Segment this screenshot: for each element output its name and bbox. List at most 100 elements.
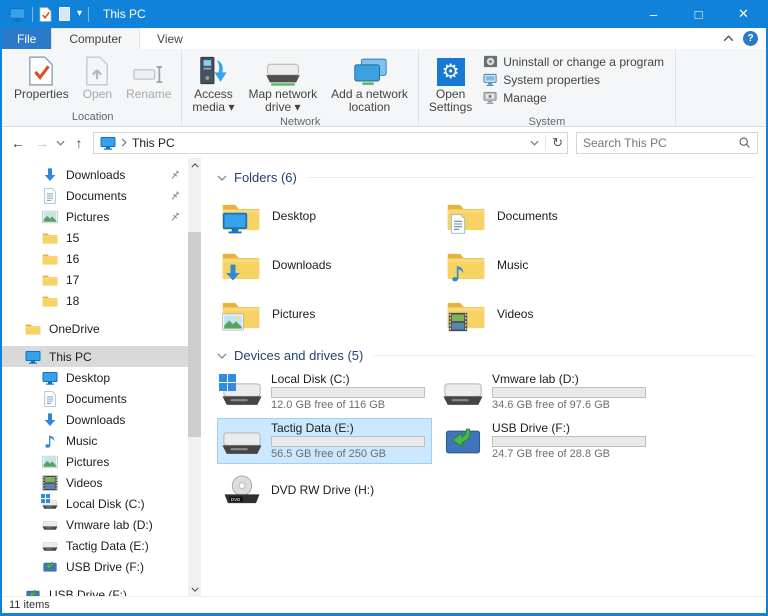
- titlebar-divider: [32, 6, 33, 22]
- breadcrumb-chevron-icon[interactable]: [121, 138, 127, 147]
- sidebar-scrollbar[interactable]: [188, 158, 201, 596]
- scrollbar-thumb[interactable]: [188, 232, 201, 437]
- download-icon: [42, 167, 58, 183]
- rename-button[interactable]: Rename: [119, 50, 178, 102]
- music-note-icon: [447, 263, 469, 283]
- videos-icon: [42, 475, 58, 491]
- back-button[interactable]: ←: [8, 135, 28, 151]
- folder-tile-music[interactable]: Music: [442, 240, 667, 289]
- properties-button[interactable]: Properties: [7, 50, 76, 102]
- sidebar-item-vmware-lab-d[interactable]: Vmware lab (D:): [2, 514, 188, 535]
- folder-icon: [25, 321, 41, 337]
- scroll-up-icon[interactable]: [188, 158, 201, 172]
- folder-tile-pictures[interactable]: Pictures: [217, 289, 442, 338]
- breadcrumb[interactable]: This PC: [132, 136, 175, 150]
- collapse-chevron-icon[interactable]: [217, 353, 227, 359]
- map-network-drive-button[interactable]: Map network drive ▾: [241, 50, 324, 115]
- tab-file[interactable]: File: [2, 28, 52, 49]
- address-bar-row: ← → ↑ This PC ↻: [2, 127, 766, 158]
- this-pc-icon: [25, 349, 41, 365]
- sidebar-item-tactig-data-e[interactable]: Tactig Data (E:): [2, 535, 188, 556]
- sidebar-item-downloads[interactable]: Downloads: [2, 409, 188, 430]
- tab-view[interactable]: View: [140, 28, 200, 49]
- drive-tile-dvd-rw-h[interactable]: DVD RW Drive (H:): [217, 467, 432, 513]
- usb-drive-icon: [42, 559, 58, 575]
- sidebar-item-downloads-quick[interactable]: Downloads: [2, 164, 188, 185]
- address-dropdown-caret-icon[interactable]: [530, 140, 539, 146]
- sidebar-item-folder-16[interactable]: 16: [2, 248, 188, 269]
- folder-tile-videos[interactable]: Videos: [442, 289, 667, 338]
- folder-tile-desktop[interactable]: Desktop: [217, 191, 442, 240]
- titlebar-divider: [88, 6, 90, 22]
- tab-computer[interactable]: Computer: [51, 28, 141, 49]
- sidebar-item-pictures-quick[interactable]: Pictures: [2, 206, 188, 227]
- drives-section-header[interactable]: Devices and drives (5): [217, 348, 754, 363]
- items-view: Folders (6) Desktop Documents Downloads …: [201, 158, 766, 596]
- drive-tile-tactig-data-e[interactable]: Tactig Data (E:) 56.5 GB free of 250 GB: [217, 418, 432, 464]
- folder-tile-documents[interactable]: Documents: [442, 191, 667, 240]
- recent-locations-caret-icon[interactable]: [56, 140, 65, 146]
- usb-drive-icon: [25, 587, 41, 597]
- qat-customize-caret-icon[interactable]: ▾: [77, 9, 82, 19]
- up-button[interactable]: ↑: [69, 135, 89, 151]
- open-settings-button[interactable]: ⚙ Open Settings: [422, 50, 479, 115]
- sidebar-item-documents-quick[interactable]: Documents: [2, 185, 188, 206]
- folder-tile-downloads[interactable]: Downloads: [217, 240, 442, 289]
- capacity-bar: [271, 436, 425, 447]
- document-icon: [42, 188, 58, 204]
- maximize-button[interactable]: □: [676, 0, 721, 28]
- system-properties-button[interactable]: System properties: [483, 72, 664, 87]
- sidebar-item-folder-18[interactable]: 18: [2, 290, 188, 311]
- sidebar-item-music[interactable]: Music: [2, 430, 188, 451]
- sidebar-item-local-disk-c[interactable]: Local Disk (C:): [2, 493, 188, 514]
- refresh-button[interactable]: ↻: [552, 135, 563, 151]
- drive-tile-local-disk-c[interactable]: Local Disk (C:) 12.0 GB free of 116 GB: [217, 369, 432, 415]
- address-box[interactable]: This PC ↻: [93, 131, 568, 154]
- capacity-bar: [271, 387, 425, 398]
- properties-icon: [28, 56, 54, 86]
- sidebar-item-folder-17[interactable]: 17: [2, 269, 188, 290]
- new-folder-quick-icon[interactable]: [59, 7, 70, 21]
- help-button[interactable]: ?: [743, 31, 758, 46]
- access-media-button[interactable]: Access media ▾: [185, 50, 241, 115]
- uninstall-program-button[interactable]: Uninstall or change a program: [483, 54, 664, 69]
- sidebar-item-pictures[interactable]: Pictures: [2, 451, 188, 472]
- uninstall-icon: [483, 54, 498, 69]
- open-icon: [85, 56, 109, 86]
- sidebar-item-usb-drive-f[interactable]: USB Drive (F:): [2, 556, 188, 577]
- address-divider: [545, 134, 547, 151]
- add-network-location-icon: [351, 57, 389, 86]
- collapse-chevron-icon[interactable]: [217, 175, 227, 181]
- sidebar-item-documents[interactable]: Documents: [2, 388, 188, 409]
- sidebar-item-usb-drive-f-root[interactable]: USB Drive (F:): [2, 584, 188, 596]
- drive-icon: [42, 538, 58, 554]
- drive-tile-usb-drive-f[interactable]: USB Drive (F:) 24.7 GB free of 28.8 GB: [438, 418, 653, 464]
- folders-section-header[interactable]: Folders (6): [217, 170, 754, 185]
- forward-button[interactable]: →: [32, 135, 52, 151]
- search-input[interactable]: [583, 135, 738, 150]
- windows-logo-icon: [219, 373, 236, 391]
- sidebar-item-desktop[interactable]: Desktop: [2, 367, 188, 388]
- quick-access-toolbar: ▾: [39, 7, 82, 22]
- manage-button[interactable]: Manage: [483, 90, 664, 105]
- sidebar-item-folder-15[interactable]: 15: [2, 227, 188, 248]
- capacity-bar: [492, 387, 646, 398]
- sidebar-item-videos[interactable]: Videos: [2, 472, 188, 493]
- sidebar-item-onedrive[interactable]: OneDrive: [2, 318, 188, 339]
- this-pc-system-icon: [9, 7, 26, 22]
- search-icon[interactable]: [738, 136, 751, 149]
- minimize-ribbon-icon[interactable]: [723, 35, 734, 42]
- add-network-location-button[interactable]: Add a network location: [324, 50, 415, 115]
- sidebar-item-this-pc[interactable]: This PC: [2, 346, 188, 367]
- open-button[interactable]: Open: [76, 50, 119, 102]
- pin-icon: [169, 190, 181, 202]
- minimize-button[interactable]: –: [631, 0, 676, 28]
- drive-tile-vmware-lab-d[interactable]: Vmware lab (D:) 34.6 GB free of 97.6 GB: [438, 369, 653, 415]
- properties-quick-icon[interactable]: [39, 7, 52, 22]
- pictures-icon: [42, 454, 58, 470]
- folder-icon: [42, 230, 58, 246]
- close-button[interactable]: ✕: [721, 0, 766, 28]
- title-bar[interactable]: ▾ This PC – □ ✕: [2, 0, 766, 28]
- scroll-down-icon[interactable]: [188, 582, 201, 596]
- this-pc-address-icon: [100, 136, 116, 150]
